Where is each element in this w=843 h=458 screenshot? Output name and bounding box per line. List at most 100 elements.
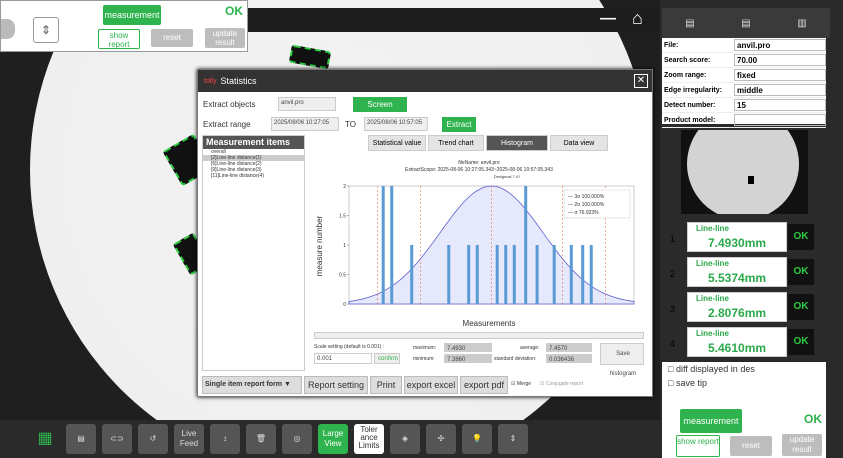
- status-ok: OK: [788, 224, 814, 250]
- y-axis-label: measure number: [315, 215, 324, 276]
- scale-input[interactable]: 0.001: [314, 353, 372, 364]
- status-ok: OK: [788, 329, 814, 355]
- right-bottom-panel: □ diff displayed in des □ save tip measu…: [662, 362, 826, 458]
- histogram-bar-4: [467, 245, 471, 304]
- viewer-header: — ⌂: [248, 8, 660, 32]
- link-icon[interactable]: ⊂⊃: [102, 424, 132, 454]
- rotate-icon[interactable]: ↺: [138, 424, 168, 454]
- range-from-select[interactable]: 2025/08/06 10:27:05: [271, 117, 339, 131]
- axes-3d-icon[interactable]: ✣: [426, 424, 456, 454]
- extract-button[interactable]: Extract: [442, 117, 476, 132]
- measurement-result-3[interactable]: 3 Line-line 2.8076mm OK: [668, 292, 818, 324]
- histogram-bar-2: [410, 245, 414, 304]
- layers-icon[interactable]: ◈: [390, 424, 420, 454]
- update-result-button[interactable]: update result: [205, 28, 245, 48]
- edge-irregularity-select[interactable]: middle: [734, 84, 826, 96]
- measurement-result-2[interactable]: 2 Line-line 5.5374mm OK: [668, 257, 818, 289]
- legend-entry-1: — 2σ 100.000%: [568, 202, 605, 208]
- close-icon[interactable]: ✕: [634, 74, 648, 88]
- y-tick-label-2: 1: [343, 243, 346, 249]
- plot-area: 0 0.5 1 1.5 2 — 3σ 100.000% — 2σ 100.000% — σ 7…: [339, 184, 635, 308]
- measurement-button[interactable]: measurement: [680, 409, 742, 433]
- dialog-title: Statistics: [220, 76, 257, 86]
- histogram-bar-1: [390, 186, 394, 304]
- histogram-bar-5: [475, 245, 479, 304]
- items-header: Measurement items: [203, 136, 304, 149]
- print-button[interactable]: Print: [370, 376, 402, 394]
- axis-icon[interactable]: ↕: [210, 424, 240, 454]
- chart-scrollbar[interactable]: [314, 332, 644, 339]
- diff-checkbox[interactable]: □ diff displayed in des: [668, 364, 755, 374]
- grid-icon[interactable]: ▦: [30, 424, 60, 454]
- large-view-button[interactable]: Large View: [318, 424, 348, 454]
- average-label: average:: [520, 345, 540, 351]
- live-feed-button[interactable]: Live Feed: [174, 424, 204, 454]
- report-form-select[interactable]: Single item report form ▼: [202, 376, 302, 394]
- measurement-result-1[interactable]: 1 Line-line 7.4930mm OK: [668, 222, 818, 254]
- histogram-bar-8: [512, 245, 516, 304]
- param-file: File: anvil.pro: [662, 38, 826, 53]
- product-model-input[interactable]: [734, 114, 826, 126]
- histogram-bar-0: [381, 186, 385, 304]
- legend-entry-2: — σ 76.923%: [568, 210, 599, 216]
- measurement-result-4[interactable]: 4 Line-line 5.4610mm OK: [668, 327, 818, 359]
- excel-export-icon[interactable]: ▤: [685, 18, 694, 29]
- excel-export-icon-2[interactable]: ▤: [741, 18, 750, 29]
- export-pdf-button[interactable]: export pdf: [460, 376, 508, 394]
- param-zoom-range: Zoom range: fixed: [662, 68, 826, 83]
- tab-data-view[interactable]: Data view: [550, 135, 608, 151]
- lightbulb-icon[interactable]: [1, 19, 15, 39]
- move-arrows-icon[interactable]: ⇕: [498, 424, 528, 454]
- move-arrows-icon[interactable]: ⇕: [33, 17, 59, 43]
- save-tip-checkbox[interactable]: □ save tip: [668, 378, 707, 388]
- zoom-range-select[interactable]: fixed: [734, 69, 826, 81]
- show-report-button[interactable]: show report: [676, 435, 720, 457]
- tab-trend-chart[interactable]: Trend chart: [428, 135, 484, 151]
- std-dev-label: standard deviation:: [494, 356, 537, 362]
- export-excel-button[interactable]: export excel: [404, 376, 458, 394]
- target-icon[interactable]: ◎: [282, 424, 312, 454]
- legend-entry-0: — 3σ 100.000%: [568, 194, 605, 200]
- measurement-items-panel: Measurement items overall [2]Line-line d…: [202, 135, 305, 371]
- confirm-button[interactable]: confirm: [374, 353, 400, 364]
- measurement-button[interactable]: measurement: [103, 5, 161, 25]
- tab-statistical-value[interactable]: Statistical value: [368, 135, 426, 151]
- chart-title: fileName: anvil.pro: [458, 160, 500, 166]
- extract-objects-select[interactable]: anvil.pro: [278, 97, 336, 111]
- parameters-panel: File: anvil.pro Search score: 70.00 Zoom r…: [662, 38, 826, 128]
- search-score-input[interactable]: 70.00: [734, 54, 826, 66]
- status-ok: OK: [804, 412, 822, 426]
- show-report-button[interactable]: show report: [98, 29, 140, 49]
- home-icon[interactable]: ⌂: [632, 8, 643, 29]
- extract-objects-label: Extract objects: [203, 100, 256, 109]
- file-select[interactable]: anvil.pro: [734, 39, 826, 51]
- app-window: measurement OK show report reset update …: [0, 0, 843, 458]
- status-ok: OK: [788, 259, 814, 285]
- histogram-bar-6: [495, 245, 499, 304]
- detect-number-input[interactable]: 15: [734, 99, 826, 111]
- bar-chart-icon[interactable]: ▥: [797, 18, 806, 29]
- histogram-svg: fileName: anvil.pro ExtractScope: 2025-0…: [315, 160, 635, 328]
- layout-icon[interactable]: ▤: [66, 424, 96, 454]
- minimize-icon[interactable]: —: [600, 10, 616, 28]
- reset-button[interactable]: reset: [730, 436, 772, 456]
- reset-button[interactable]: reset: [151, 29, 193, 47]
- tolerance-limits-button[interactable]: Toler ance Limits: [354, 424, 384, 454]
- minimum-value: 7.3860: [444, 354, 492, 363]
- std-dev-value: 0.036436: [546, 354, 592, 363]
- histogram-bar-10: [535, 245, 539, 304]
- tab-histogram[interactable]: Histogram: [486, 135, 548, 151]
- preview-feature: [748, 176, 754, 184]
- y-tick-label-0: 0: [343, 302, 346, 308]
- lightbulb-icon[interactable]: 💡: [462, 424, 492, 454]
- conjugate-report-checkbox[interactable]: ☑ Conjugate report: [540, 381, 583, 387]
- save-histogram-button[interactable]: Save histogram: [600, 343, 644, 377]
- report-setting-button[interactable]: Report setting: [304, 376, 368, 394]
- screen-button[interactable]: Screen: [353, 97, 407, 112]
- item-line-line-4[interactable]: [11]Line-line distance(4): [203, 173, 304, 179]
- param-search-score: Search score: 70.00: [662, 53, 826, 68]
- merge-checkbox[interactable]: ☑ Merge: [511, 381, 531, 387]
- range-to-select[interactable]: 2025/08/06 10:57:05: [364, 117, 428, 131]
- trash-icon[interactable]: 🗑: [246, 424, 276, 454]
- update-result-button[interactable]: update result: [782, 434, 822, 456]
